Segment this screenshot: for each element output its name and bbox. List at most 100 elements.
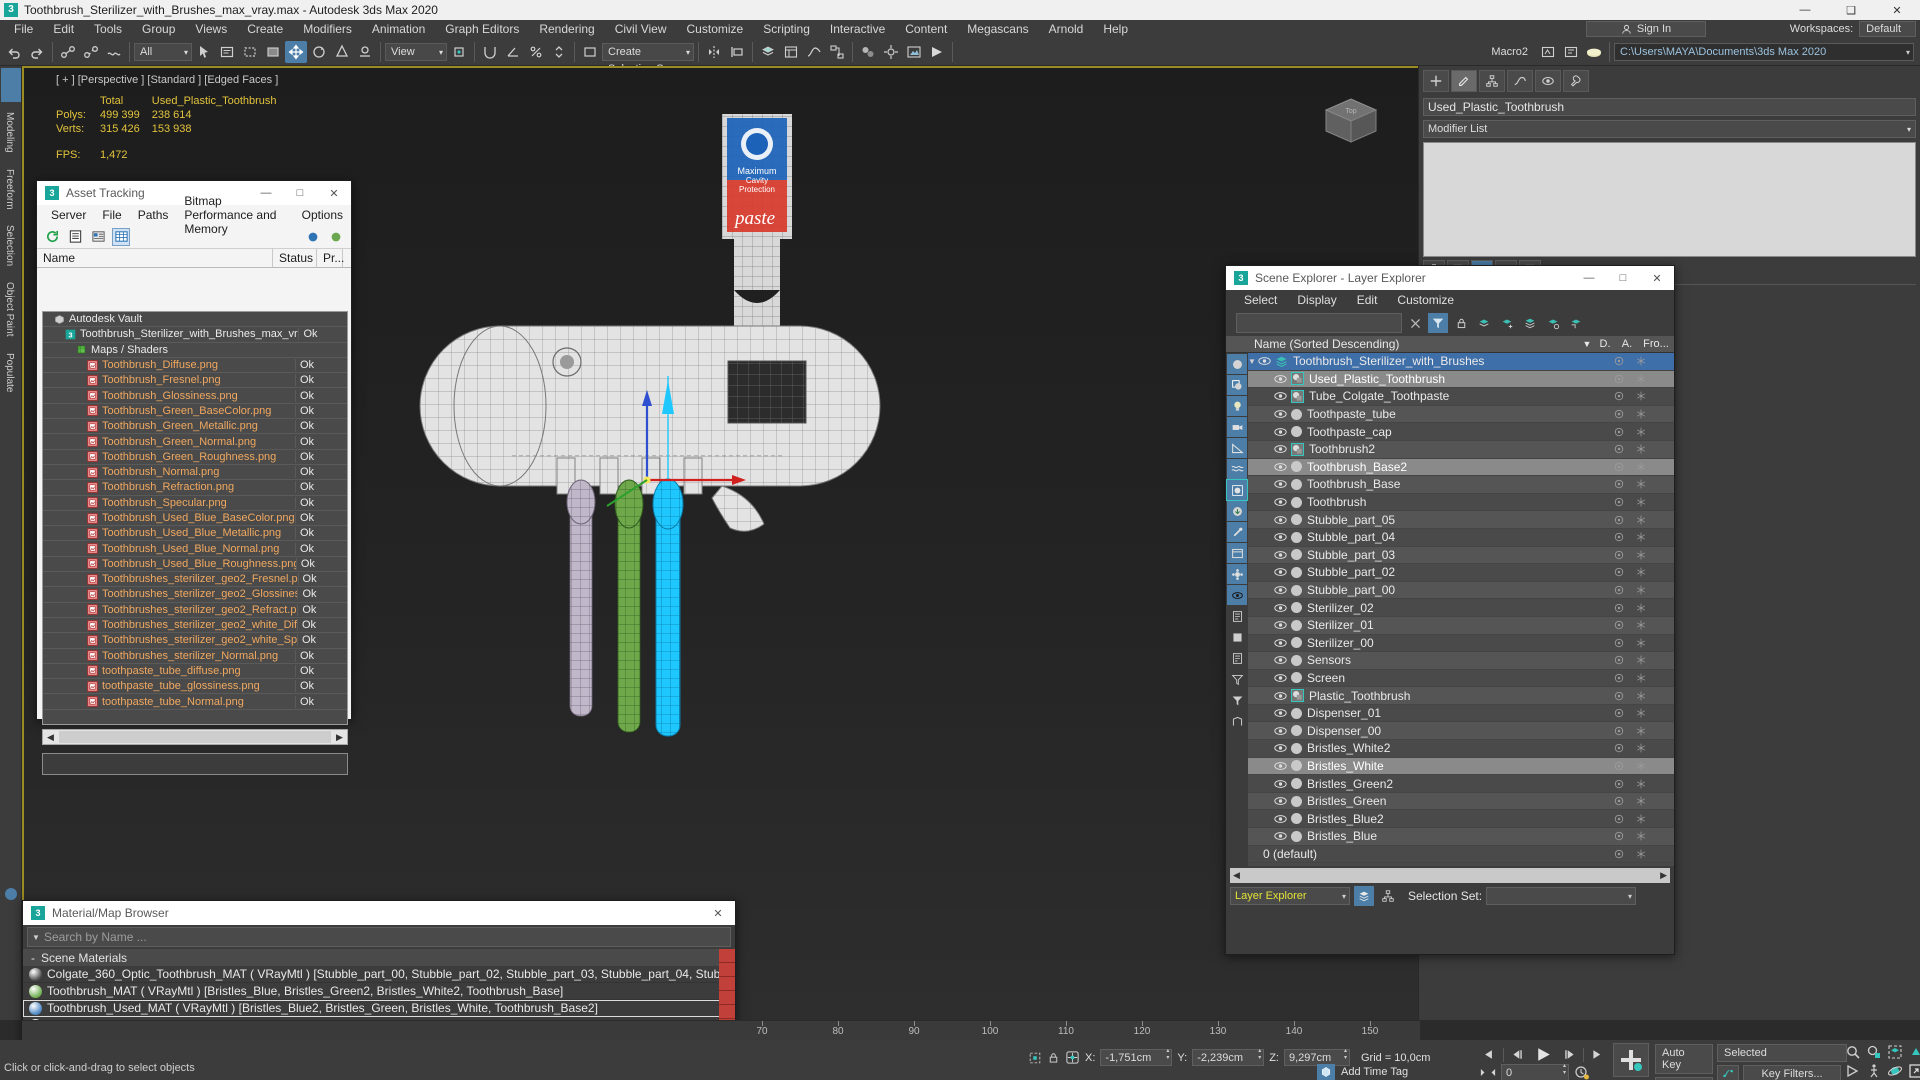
macro-recorder-a-icon[interactable]	[1537, 41, 1559, 63]
asset-row[interactable]: Toothbrush_Refraction.png Ok	[43, 480, 347, 496]
key-tangent-icon[interactable]	[1717, 1065, 1739, 1080]
current-frame-field[interactable]: 0	[1501, 1063, 1569, 1080]
asset-row[interactable]: Toothbrush_Diffuse.png Ok	[43, 358, 347, 374]
row-display-toggle-icon[interactable]	[1608, 796, 1630, 806]
select-and-scale-icon[interactable]	[331, 41, 353, 63]
rail-filter-clear-icon[interactable]	[1227, 669, 1247, 689]
scene-explorer-row[interactable]: Toothpaste_cap	[1248, 423, 1674, 441]
create-tab[interactable]	[1423, 70, 1449, 92]
menu-group[interactable]: Group	[132, 20, 185, 38]
row-display-toggle-icon[interactable]	[1608, 761, 1630, 771]
maximize-button[interactable]: ❑	[1828, 0, 1874, 20]
asset-tracking-rows[interactable]: Autodesk Vault 3 Toothbrush_Sterilizer_w…	[42, 311, 348, 725]
macro-recorder-b-icon[interactable]	[1560, 41, 1582, 63]
row-freeze-toggle-icon[interactable]	[1630, 726, 1652, 736]
select-and-link-icon[interactable]	[57, 41, 79, 63]
rendered-frame-window-icon[interactable]	[903, 41, 925, 63]
scene-explorer-row[interactable]: Stubble_part_02	[1248, 564, 1674, 582]
asset-row[interactable]: Toothbrushes_sterilizer_Normal.png Ok	[43, 649, 347, 664]
se-col-name[interactable]: Name (Sorted Descending)	[1248, 337, 1580, 351]
asset-row[interactable]: Toothbrush_Used_Blue_Roughness.png Ok	[43, 557, 347, 573]
workspace-combo[interactable]: Default	[1859, 21, 1916, 37]
asset-row[interactable]: Toothbrush_Glossiness.png Ok	[43, 388, 347, 404]
row-freeze-toggle-icon[interactable]	[1630, 691, 1652, 701]
scene-explorer-window[interactable]: 3 Scene Explorer - Layer Explorer — □ ✕ …	[1225, 265, 1675, 955]
row-freeze-toggle-icon[interactable]	[1630, 603, 1652, 613]
curve-editor-icon[interactable]	[803, 41, 825, 63]
asset-row[interactable]: toothpaste_tube_glossiness.png Ok	[43, 679, 347, 695]
rail-geometry-icon[interactable]	[1227, 375, 1247, 395]
rail-all-icon[interactable]	[1227, 354, 1247, 374]
row-freeze-toggle-icon[interactable]	[1630, 655, 1652, 665]
scene-explorer-row[interactable]: Sensors	[1248, 652, 1674, 670]
se-col-frozen[interactable]: Fro...	[1638, 338, 1674, 350]
asset-row[interactable]: Toothbrush_Green_BaseColor.png Ok	[43, 404, 347, 420]
asset-col-name[interactable]: Name	[37, 249, 273, 267]
named-selection-sets-combo[interactable]: Create Selection Se	[602, 42, 694, 75]
modify-tab[interactable]	[1451, 70, 1477, 92]
row-display-toggle-icon[interactable]	[1608, 814, 1630, 824]
ribbon-tab-modeling-indicator[interactable]	[1, 68, 21, 102]
rail-cameras-icon[interactable]	[1227, 417, 1247, 437]
scene-explorer-row[interactable]: Stubble_part_00	[1248, 581, 1674, 600]
row-freeze-toggle-icon[interactable]	[1630, 567, 1652, 577]
scroll-left-icon[interactable]: ◀	[43, 732, 58, 743]
selection-lock-region-icon[interactable]	[1028, 1051, 1042, 1065]
row-display-toggle-icon[interactable]	[1608, 567, 1630, 577]
rectangular-selection-region-icon[interactable]	[239, 41, 261, 63]
motion-tab[interactable]	[1507, 70, 1533, 92]
asset-row[interactable]: toothpaste_tube_Normal.png Ok	[43, 694, 347, 710]
layer-set-active-icon[interactable]	[1520, 313, 1540, 333]
asset-row[interactable]: Toothbrush_Used_Blue_BaseColor.png Ok	[43, 511, 347, 527]
sign-in-button[interactable]: Sign In	[1586, 21, 1706, 37]
row-freeze-toggle-icon[interactable]	[1630, 497, 1652, 507]
ribbon-item-modeling[interactable]: Modeling	[0, 104, 19, 161]
asset-menu-server[interactable]: Server	[43, 208, 94, 222]
asset-row[interactable]: Toothbrushes_sterilizer_geo2_Glossines..…	[43, 587, 347, 603]
menu-edit[interactable]: Edit	[43, 20, 84, 38]
lock-icon[interactable]	[1451, 313, 1471, 333]
asset-row[interactable]: 3 Toothbrush_Sterilizer_with_Brushes_max…	[43, 327, 347, 343]
next-frame-icon[interactable]	[1560, 1047, 1577, 1062]
rail-box-icon[interactable]	[1227, 627, 1247, 647]
row-display-toggle-icon[interactable]	[1608, 532, 1630, 542]
list-view-icon[interactable]	[66, 228, 84, 246]
row-display-toggle-icon[interactable]	[1608, 427, 1630, 437]
scene-explorer-row[interactable]: Stubble_part_03	[1248, 546, 1674, 565]
hierarchy-view-toggle-icon[interactable]	[1378, 886, 1398, 906]
scene-explorer-rows[interactable]: ▼ Toothbrush_Sterilizer_with_Brushes Use…	[1248, 353, 1674, 864]
y-coordinate-field[interactable]: -2,239cm	[1192, 1048, 1265, 1066]
menu-interactive[interactable]: Interactive	[820, 20, 895, 38]
select-object-icon[interactable]	[193, 41, 215, 63]
asset-menu-bitmap-performance[interactable]: Bitmap Performance and Memory	[176, 194, 293, 236]
scene-explorer-maximize-button[interactable]: □	[1606, 266, 1640, 290]
add-time-tag-label[interactable]: Add Time Tag	[1341, 1066, 1408, 1078]
row-freeze-toggle-icon[interactable]	[1630, 479, 1652, 489]
row-display-toggle-icon[interactable]	[1608, 603, 1630, 613]
menu-create[interactable]: Create	[237, 20, 293, 38]
angle-snap-icon[interactable]	[502, 41, 524, 63]
row-display-toggle-icon[interactable]	[1608, 479, 1630, 489]
scene-explorer-row[interactable]: Tube_Colgate_Toothpaste	[1248, 388, 1674, 406]
edit-named-selection-icon[interactable]	[579, 41, 601, 63]
menu-modifiers[interactable]: Modifiers	[293, 20, 362, 38]
absolute-relative-transform-icon[interactable]	[1065, 1050, 1080, 1065]
scene-explorer-row[interactable]: Bristles_Blue2	[1248, 810, 1674, 829]
asset-row[interactable]: Toothbrush_Green_Normal.png Ok	[43, 434, 347, 450]
selection-filter-combo[interactable]: All	[134, 42, 192, 61]
auto-key-button[interactable]: Auto Key	[1655, 1044, 1713, 1074]
modifier-list-combo[interactable]: Modifier List	[1423, 120, 1916, 138]
scene-explorer-row[interactable]: Dispenser_01	[1248, 705, 1674, 723]
menu-views[interactable]: Views	[185, 20, 237, 38]
chevron-down-icon[interactable]: ▼	[28, 933, 44, 942]
asset-row[interactable]: Toothbrush_Green_Metallic.png Ok	[43, 419, 347, 435]
row-display-toggle-icon[interactable]	[1608, 462, 1630, 472]
menu-graph-editors[interactable]: Graph Editors	[435, 20, 529, 38]
scroll-right-icon[interactable]: ▶	[332, 732, 347, 743]
asset-row[interactable]: toothpaste_tube_diffuse.png Ok	[43, 664, 347, 680]
asset-row[interactable]: Maps / Shaders	[43, 343, 347, 358]
scroll-thumb[interactable]	[59, 731, 331, 743]
se-menu-display[interactable]: Display	[1287, 293, 1346, 307]
se-menu-select[interactable]: Select	[1234, 293, 1287, 307]
select-child-layers-icon[interactable]	[1543, 313, 1563, 333]
